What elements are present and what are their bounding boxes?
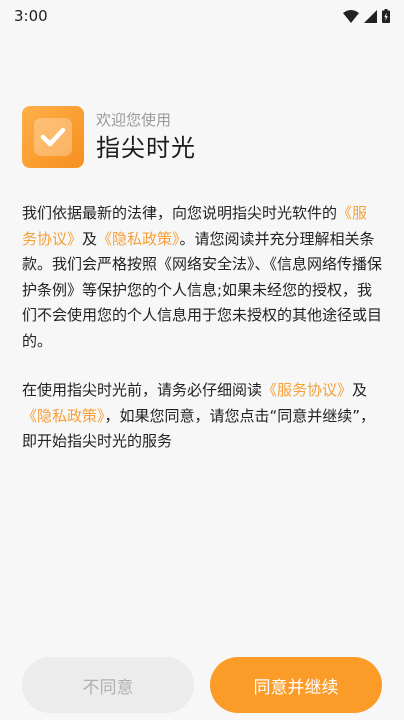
status-icons [343, 9, 390, 23]
welcome-header: 欢迎您使用 指尖时光 [22, 106, 196, 168]
p2-text-2: 及 [352, 381, 368, 399]
p1-text-2: 及 [82, 229, 98, 248]
disagree-button[interactable]: 不同意 [22, 657, 194, 713]
app-logo [22, 106, 84, 168]
welcome-block: 欢迎您使用 指尖时光 [96, 110, 196, 164]
service-agreement-link-2[interactable]: 《服务协议》 [262, 381, 352, 399]
privacy-policy-link[interactable]: 《隐私政策》 [97, 230, 180, 248]
agreement-paragraph-2: 在使用指尖时光前，请务必仔细阅读《服务协议》及《隐私政策》，如果您同意，请您点击… [22, 378, 382, 455]
status-time: 3:00 [14, 7, 48, 25]
welcome-subtitle: 欢迎您使用 [96, 111, 172, 129]
battery-icon [382, 9, 390, 23]
checkmark-icon [34, 118, 72, 156]
agreement-paragraph-1: 我们依据最新的法律，向您说明指尖时光软件的《服务协议》及《隐私政策》。请您阅读并… [22, 201, 382, 354]
p1-text-1: 我们依据最新的法律，向您说明指尖时光软件的 [22, 204, 338, 222]
wifi-icon [343, 9, 359, 23]
p2-text-1: 在使用指尖时光前，请务必仔细阅读 [22, 381, 263, 399]
cellular-signal-icon [364, 9, 377, 23]
status-bar: 3:00 [0, 0, 404, 32]
app-name: 指尖时光 [96, 134, 196, 162]
privacy-policy-link-2[interactable]: 《隐私政策》 [22, 407, 105, 425]
agreement-text: 我们依据最新的法律，向您说明指尖时光软件的《服务协议》及《隐私政策》。请您阅读并… [22, 201, 382, 455]
agree-continue-button[interactable]: 同意并继续 [210, 657, 382, 713]
